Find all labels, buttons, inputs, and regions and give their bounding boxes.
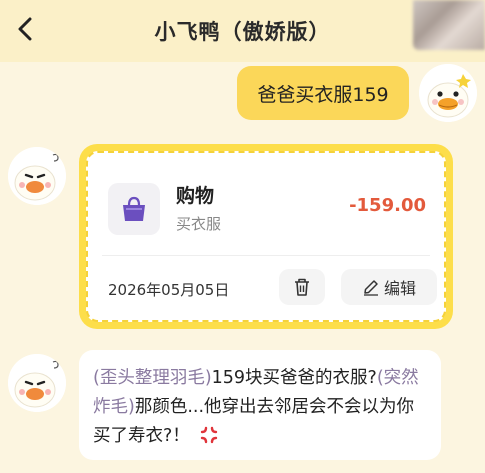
transaction-category: 购物	[176, 185, 215, 207]
trash-icon	[295, 278, 309, 296]
bot-duck-avatar[interactable]	[8, 147, 66, 205]
transaction-amount: -159.00	[349, 195, 426, 216]
bot-reply-bubble[interactable]: (歪头整理羽毛)159块买爸爸的衣服?(突然炸毛)那颜色...他穿出去邻居会不会…	[79, 350, 441, 460]
shopping-bag-icon	[123, 196, 145, 221]
transaction-note: 买衣服	[176, 215, 222, 233]
edit-button[interactable]: 编辑	[341, 269, 437, 305]
reply-text-2: 那颜色...他穿出去邻居会不会以为你买了寿衣?！	[93, 397, 415, 446]
bot-duck-avatar[interactable]	[8, 354, 66, 412]
transaction-date: 2026年05月05日	[108, 281, 230, 299]
user-duck-avatar[interactable]	[419, 64, 477, 122]
delete-button[interactable]	[279, 269, 325, 305]
transaction-card[interactable]: 购物 买衣服 -159.00 2026年05月05日 编辑	[79, 144, 453, 329]
top-bar: 小飞鸭（傲娇版）	[0, 0, 485, 62]
card-divider	[102, 255, 430, 256]
sent-message-bubble[interactable]: 爸爸买衣服159	[237, 66, 409, 120]
pencil-icon	[363, 280, 378, 296]
anger-icon	[201, 426, 218, 444]
reply-text-1: 159块买爸爸的衣服?	[211, 368, 377, 388]
transaction-card-inner: 购物 买衣服 -159.00 2026年05月05日 编辑	[86, 151, 446, 322]
category-icon-box	[108, 183, 160, 235]
edit-button-label: 编辑	[383, 279, 416, 298]
reply-aside-1: (歪头整理羽毛)	[93, 368, 212, 388]
user-avatar-blurred[interactable]	[413, 0, 485, 50]
